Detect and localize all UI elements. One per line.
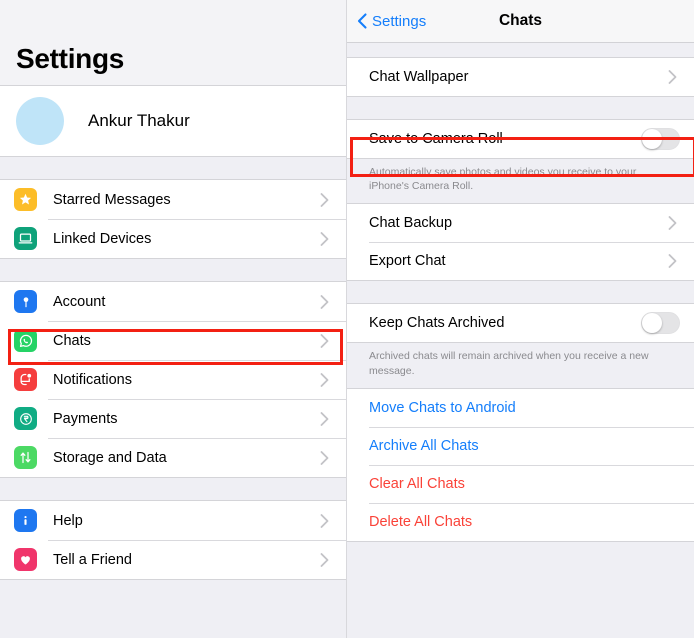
spacer (347, 43, 694, 57)
footnote-camera-roll: Automatically save photos and videos you… (347, 159, 694, 204)
sidebar-item-linked-devices[interactable]: Linked Devices (0, 219, 346, 258)
wallpaper-group: Chat Wallpaper (347, 57, 694, 97)
sidebar-item-tell-a-friend[interactable]: Tell a Friend (0, 540, 346, 579)
chevron-right-icon (320, 513, 332, 528)
spacer (0, 478, 346, 500)
row-archive-all-chats[interactable]: Archive All Chats (347, 426, 694, 465)
chats-panel: Settings Chats Chat Wallpaper Save to Ca… (347, 0, 694, 638)
settings-panel: Settings Ankur Thakur Starred Messages L… (0, 0, 347, 638)
chevron-right-icon (668, 70, 680, 84)
heart-icon (14, 548, 37, 571)
arrows-updown-icon (14, 446, 37, 469)
row-label: Clear All Chats (369, 475, 465, 492)
chevron-right-icon (320, 372, 332, 387)
sidebar-item-payments[interactable]: Payments (0, 399, 346, 438)
toggle-knob (642, 313, 662, 334)
settings-group-3: Help Tell a Friend (0, 500, 346, 580)
sidebar-item-notifications[interactable]: Notifications (0, 360, 346, 399)
chevron-right-icon (320, 411, 332, 426)
sidebar-item-storage-and-data[interactable]: Storage and Data (0, 438, 346, 477)
back-button-label: Settings (372, 12, 427, 30)
row-delete-all-chats[interactable]: Delete All Chats (347, 502, 694, 541)
row-label: Delete All Chats (369, 513, 473, 530)
spacer (347, 97, 694, 119)
save-to-camera-roll-toggle[interactable] (641, 128, 680, 150)
chevron-right-icon (320, 192, 332, 207)
settings-group-2: Account Chats Notifications Payments Sto… (0, 281, 346, 478)
sidebar-item-label: Tell a Friend (53, 551, 132, 568)
row-label: Keep Chats Archived (369, 315, 505, 332)
row-chat-backup[interactable]: Chat Backup (347, 204, 694, 243)
row-label: Archive All Chats (369, 437, 479, 454)
sidebar-item-chats[interactable]: Chats (0, 321, 346, 360)
row-label: Export Chat (369, 253, 446, 270)
toggle-knob (642, 129, 662, 149)
actions-group: Move Chats to Android Archive All Chats … (347, 387, 694, 542)
profile-name: Ankur Thakur (88, 111, 190, 130)
row-label: Move Chats to Android (369, 399, 516, 416)
sidebar-item-label: Linked Devices (53, 230, 152, 247)
page-title: Settings (16, 43, 125, 74)
profile-group: Ankur Thakur (0, 85, 346, 157)
settings-header: Settings (0, 0, 346, 85)
sidebar-item-label: Payments (53, 410, 118, 427)
sidebar-item-starred-messages[interactable]: Starred Messages (0, 180, 346, 219)
row-keep-chats-archived[interactable]: Keep Chats Archived (347, 304, 694, 343)
footnote-archive: Archived chats will remain archived when… (347, 343, 694, 388)
row-chat-wallpaper[interactable]: Chat Wallpaper (347, 58, 694, 96)
row-label: Save to Camera Roll (369, 131, 503, 147)
bell-notification-icon (14, 368, 37, 391)
chevron-right-icon (668, 216, 680, 231)
chevron-right-icon (320, 231, 332, 246)
camera-roll-group: Save to Camera Roll (347, 119, 694, 159)
row-save-to-camera-roll[interactable]: Save to Camera Roll (347, 120, 694, 158)
screen: Settings Ankur Thakur Starred Messages L… (0, 0, 694, 638)
sidebar-item-label: Notifications (53, 371, 132, 388)
chevron-right-icon (320, 450, 332, 465)
row-label: Chat Backup (369, 215, 453, 232)
spacer (347, 281, 694, 304)
star-icon (14, 188, 37, 211)
row-move-chats-to-android[interactable]: Move Chats to Android (347, 388, 694, 427)
settings-group-1: Starred Messages Linked Devices (0, 179, 346, 259)
back-button[interactable]: Settings (357, 13, 426, 30)
profile-row[interactable]: Ankur Thakur (0, 86, 346, 156)
chevron-right-icon (668, 254, 680, 269)
avatar (16, 97, 64, 145)
sidebar-item-label: Account (53, 293, 106, 310)
laptop-icon (14, 227, 37, 250)
chevron-right-icon (320, 552, 332, 567)
spacer (0, 259, 346, 281)
sidebar-item-label: Starred Messages (53, 191, 171, 208)
chevron-left-icon (357, 13, 367, 29)
nav-bar: Settings Chats (347, 0, 694, 43)
row-clear-all-chats[interactable]: Clear All Chats (347, 464, 694, 503)
archive-group: Keep Chats Archived (347, 303, 694, 344)
sidebar-item-help[interactable]: Help (0, 501, 346, 540)
sidebar-item-label: Help (53, 512, 83, 529)
key-icon (14, 290, 37, 313)
info-icon (14, 509, 37, 532)
whatsapp-chat-icon (14, 329, 37, 352)
rupee-icon (14, 407, 37, 430)
spacer (0, 157, 346, 179)
sidebar-item-account[interactable]: Account (0, 282, 346, 321)
backup-group: Chat Backup Export Chat (347, 203, 694, 282)
chevron-right-icon (320, 333, 332, 348)
row-label: Chat Wallpaper (369, 69, 469, 85)
keep-chats-archived-toggle[interactable] (641, 312, 680, 335)
chevron-right-icon (320, 294, 332, 309)
sidebar-item-label: Chats (53, 332, 91, 349)
row-export-chat[interactable]: Export Chat (347, 242, 694, 281)
sidebar-item-label: Storage and Data (53, 449, 167, 466)
